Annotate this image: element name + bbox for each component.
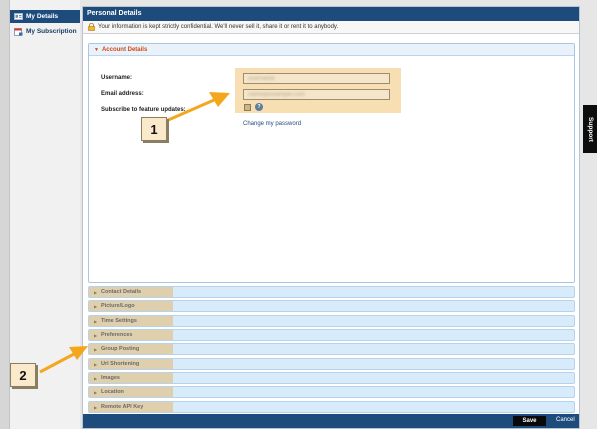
sidebar-item-my-details[interactable]: My Details [10, 10, 80, 23]
chevron-down-icon: ▼ [94, 46, 99, 53]
email-value: name@example.com [248, 91, 305, 98]
sidebar-item-label: My Subscription [26, 28, 77, 35]
email-label: Email address: [101, 91, 144, 97]
section-label: Images [101, 374, 120, 381]
section-label: Remote API Key [101, 403, 144, 410]
support-label: Support [586, 116, 594, 142]
chevron-right-icon: ▶ [94, 375, 98, 381]
callout-number: 2 [19, 367, 27, 383]
chevron-right-icon: ▶ [94, 332, 98, 338]
email-field[interactable]: name@example.com [243, 89, 390, 100]
change-password-link[interactable]: Change my password [243, 121, 301, 127]
section-preferences[interactable]: ▶ Preferences [88, 328, 575, 341]
section-url-shortening[interactable]: ▶ Url Shortening [88, 357, 575, 370]
notice-text: Your information is kept strictly confid… [98, 24, 339, 30]
chevron-right-icon: ▶ [94, 318, 98, 324]
left-rail [0, 0, 10, 429]
collapsed-sections: ▶ Contact Details ▶ Picture/Logo ▶ Time … [88, 286, 575, 415]
username-label: Username: [101, 75, 133, 81]
privacy-notice: Your information is kept strictly confid… [83, 21, 579, 34]
lock-icon [88, 23, 95, 31]
account-details-header[interactable]: ▼ Account Details [89, 44, 574, 56]
cancel-button[interactable]: Cancel [556, 417, 575, 423]
subscribe-checkbox[interactable] [244, 104, 251, 111]
section-picture-logo[interactable]: ▶ Picture/Logo [88, 300, 575, 313]
chevron-right-icon: ▶ [94, 361, 98, 367]
save-button[interactable]: Save [513, 416, 546, 426]
section-label: Picture/Logo [101, 303, 135, 310]
page-title: Personal Details [87, 10, 142, 17]
section-time-settings[interactable]: ▶ Time Settings [88, 314, 575, 327]
help-icon[interactable]: ? [255, 103, 263, 111]
callout-number: 1 [150, 121, 158, 137]
subscribe-label: Subscribe to feature updates: [101, 107, 186, 113]
chevron-right-icon: ▶ [94, 390, 98, 396]
sidebar-item-label: My Details [26, 13, 59, 20]
section-label: Url Shortening [101, 360, 140, 367]
action-footer: Save Cancel [83, 414, 579, 428]
username-field[interactable]: username [243, 73, 390, 84]
calendar-icon [14, 27, 23, 36]
account-details-title: Account Details [101, 46, 148, 53]
section-label: Location [101, 389, 124, 396]
chevron-right-icon: ▶ [94, 304, 98, 310]
panel-header: Personal Details [83, 7, 579, 21]
section-images[interactable]: ▶ Images [88, 371, 575, 384]
username-value: username [248, 75, 275, 82]
personal-details-panel: Personal Details Your information is kep… [82, 6, 580, 429]
section-label: Contact Details [101, 289, 142, 295]
section-location[interactable]: ▶ Location [88, 386, 575, 399]
chevron-right-icon: ▶ [94, 347, 98, 353]
callout-badge-2: 2 [10, 363, 36, 387]
section-group-posting[interactable]: ▶ Group Posting [88, 343, 575, 356]
section-label: Time Settings [101, 317, 137, 324]
chevron-right-icon: ▶ [94, 290, 98, 295]
account-details-panel: ▼ Account Details Username: Email addres… [88, 43, 575, 283]
sidebar-item-my-subscription[interactable]: My Subscription [10, 25, 80, 38]
section-contact-details[interactable]: ▶ Contact Details [88, 286, 575, 298]
chevron-right-icon: ▶ [94, 404, 98, 410]
section-remote-api-key[interactable]: ▶ Remote API Key [88, 400, 575, 413]
support-tab[interactable]: Support [583, 105, 597, 153]
callout-badge-1: 1 [141, 117, 167, 141]
section-label: Preferences [101, 331, 133, 338]
section-label: Group Posting [101, 346, 140, 353]
id-card-icon [14, 13, 23, 20]
